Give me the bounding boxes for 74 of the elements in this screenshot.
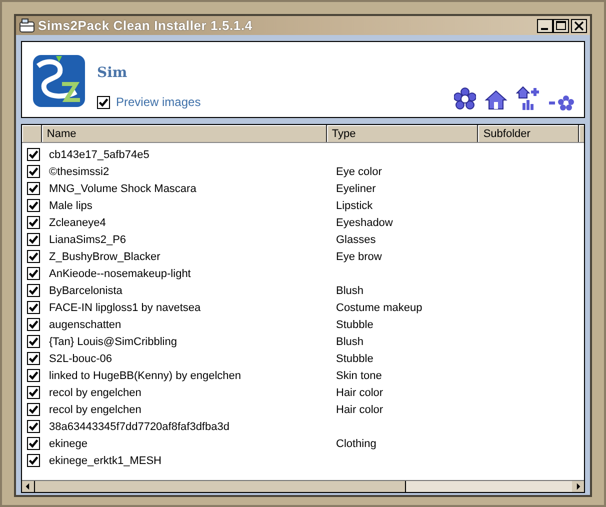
checkbox[interactable] (27, 403, 40, 416)
checkbox[interactable] (27, 267, 40, 280)
checkbox[interactable] (27, 420, 40, 433)
column-header[interactable] (22, 125, 42, 142)
checkbox[interactable] (27, 182, 40, 195)
table-cell: Male lips (49, 200, 92, 212)
table-cell: Skin tone (336, 370, 382, 382)
table-cell: Costume makeup (336, 302, 422, 314)
table-cell: Stubble (336, 318, 374, 330)
checkbox[interactable] (27, 199, 40, 212)
table-cell: MNG_Volume Shock Mascara (49, 182, 196, 194)
horizontal-scrollbar[interactable] (22, 480, 584, 492)
scroll-right-icon[interactable] (572, 481, 584, 492)
table-cell: Eye color (336, 166, 382, 178)
scroll-left-icon[interactable] (22, 481, 34, 492)
checkbox[interactable] (27, 369, 40, 382)
house-icon[interactable] (484, 89, 508, 111)
table-cell: AnKieode--nosemakeup-light (49, 268, 191, 280)
table-cell: Hair color (336, 404, 384, 416)
table-cell: Eyeshadow (336, 216, 393, 228)
checkbox[interactable] (27, 165, 40, 178)
checkbox[interactable] (27, 284, 40, 297)
checkbox[interactable] (27, 352, 40, 365)
table-cell: cb143e17_5afb74e5 (49, 148, 150, 160)
table-cell: Lipstick (336, 200, 373, 212)
checkbox[interactable] (27, 233, 40, 246)
table-cell: recol by engelchen (49, 386, 142, 398)
add-house-icon[interactable] (516, 85, 540, 111)
table-cell: {Tan} Louis@SimCribbling (49, 336, 177, 348)
table-cell: augenschatten (49, 318, 122, 330)
table-cell: Hair color (336, 386, 384, 398)
table-cell: ekinege_erktk1_MESH (49, 454, 162, 466)
checkbox[interactable] (27, 437, 40, 450)
remove-flower-icon[interactable] (548, 95, 574, 111)
close-button[interactable] (571, 18, 587, 32)
column-header[interactable]: Subfolder (478, 125, 579, 142)
table-cell: FACE-IN lipgloss1 by navetsea (49, 302, 201, 314)
table-cell: ©thesimssi2 (49, 166, 110, 178)
table-cell: Eye brow (336, 250, 382, 262)
checkbox[interactable] (27, 250, 40, 263)
table-cell: Eyeliner (336, 182, 376, 194)
table-cell: 38a63443345f7dd7720af8faf3dfba3d (49, 420, 230, 432)
table-cell: Blush (336, 284, 364, 296)
table-cell: Glasses (336, 234, 376, 246)
table-cell: Stubble (336, 352, 374, 364)
table-cell: Clothing (336, 438, 376, 450)
flower-icon[interactable] (454, 87, 476, 111)
column-header[interactable]: Name (42, 125, 327, 142)
table-cell: recol by engelchen (49, 404, 142, 416)
table-cell: Blush (336, 336, 364, 348)
window-title: Sims2Pack Clean Installer 1.5.1.4 (38, 18, 254, 33)
table-cell: Zcleaneye4 (49, 216, 106, 228)
app-icon (19, 18, 35, 34)
logo-icon (32, 54, 86, 108)
checkbox-label[interactable]: Preview images (116, 95, 201, 109)
checkbox[interactable] (27, 335, 40, 348)
checkbox[interactable] (97, 96, 110, 108)
maximize-button[interactable] (553, 18, 569, 32)
table-cell: ByBarcelonista (49, 284, 122, 296)
table-cell: ekinege (49, 438, 88, 450)
table-cell: LianaSims2_P6 (49, 234, 126, 246)
table-cell: Z_BushyBrow_Blacker (49, 250, 160, 262)
checkbox[interactable] (27, 301, 40, 314)
category-title: Sim (97, 65, 128, 81)
checkbox[interactable] (27, 386, 40, 399)
checkbox[interactable] (27, 454, 40, 467)
checkbox[interactable] (27, 216, 40, 229)
table-cell: linked to HugeBB(Kenny) by engelchen (49, 370, 242, 382)
table-cell: S2L-bouc-06 (49, 352, 112, 364)
checkbox[interactable] (27, 318, 40, 331)
column-header[interactable]: Type (326, 125, 478, 142)
checkbox[interactable] (27, 148, 40, 161)
minimize-button[interactable] (537, 18, 553, 32)
scrollbar-thumb[interactable] (34, 481, 406, 492)
